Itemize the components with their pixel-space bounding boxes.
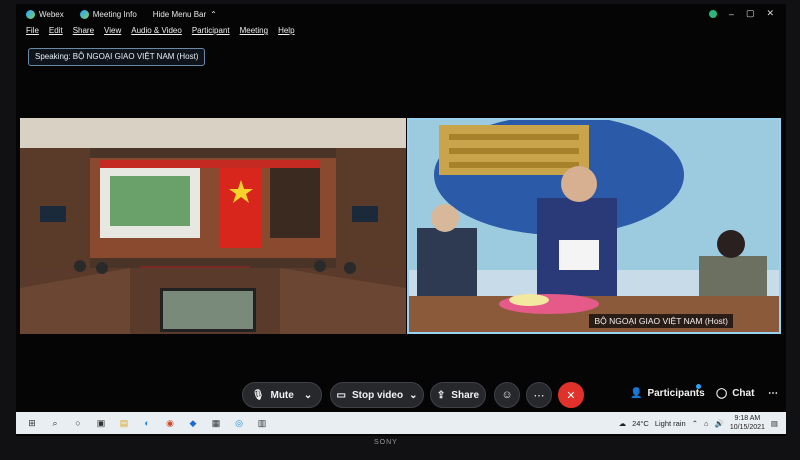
menu-meeting[interactable]: Meeting [240, 26, 268, 35]
participant-name-label: BỘ NGOẠI GIAO VIỆT NAM (Host) [589, 314, 733, 328]
dropbox-icon[interactable]: ◆ [186, 416, 200, 430]
close-icon[interactable]: ✕ [766, 8, 774, 19]
speaker-image [409, 120, 779, 332]
reactions-button[interactable]: ☺ [494, 382, 520, 408]
clock[interactable]: 9:18 AM 10/15/2021 [730, 414, 765, 432]
menu-share[interactable]: Share [73, 26, 94, 35]
chevron-down-icon[interactable]: ⌄ [409, 390, 417, 401]
app-icon[interactable]: ▦ [209, 416, 223, 430]
temperature-label[interactable]: 24°C [632, 419, 649, 428]
status-icon[interactable] [708, 9, 717, 18]
app-title: Webex [26, 9, 64, 19]
end-call-button[interactable]: ✕ [558, 382, 584, 408]
webex-window: Webex Meeting Info Hide Menu Bar ⌃ – ▢ ✕… [16, 4, 786, 436]
more-icon: ⋯ [533, 389, 545, 402]
chevron-down-icon[interactable]: ⌄ [304, 390, 312, 401]
smiley-icon: ☺ [501, 389, 513, 401]
title-bar: Webex Meeting Info Hide Menu Bar ⌃ – ▢ ✕ [16, 4, 786, 24]
conference-hall-image [20, 118, 406, 334]
volume-icon[interactable]: 🔊 [715, 419, 724, 428]
chrome-icon[interactable]: ◉ [163, 416, 177, 430]
menu-view[interactable]: View [104, 26, 121, 35]
share-label: Share [451, 389, 480, 401]
windows-taskbar: ⊞ ⌕ ○ ▣ ▤ ◐ ◉ ◆ ▦ ◎ ▥ ☁ 24°C Light rain … [16, 412, 786, 434]
microphone-icon: 🎙 [251, 389, 265, 401]
monitor-brand-logo: SONY [374, 439, 398, 446]
chat-label: Chat [732, 388, 755, 399]
hide-menu-bar-button[interactable]: Hide Menu Bar ⌃ [153, 10, 217, 19]
maximize-icon[interactable]: ▢ [746, 8, 755, 19]
window-controls: – ▢ ✕ [708, 8, 774, 19]
mute-label: Mute [270, 389, 294, 401]
participants-button[interactable]: 👤 Participants [630, 388, 705, 399]
weather-label[interactable]: Light rain [655, 419, 686, 428]
network-icon[interactable]: ⌂ [704, 419, 709, 428]
menu-participant[interactable]: Participant [192, 26, 230, 35]
cortana-icon[interactable]: ○ [71, 416, 85, 430]
task-view-icon[interactable]: ▣ [94, 416, 108, 430]
share-button[interactable]: ⇪ Share [430, 382, 486, 408]
menu-help[interactable]: Help [278, 26, 294, 35]
stop-video-label: Stop video [351, 389, 404, 401]
speaking-indicator: Speaking: BỘ NGOẠI GIAO VIỆT NAM (Host) [28, 48, 206, 66]
meeting-info-label: Meeting Info [92, 9, 137, 19]
participants-icon: 👤 [630, 388, 643, 399]
hide-menu-bar-label: Hide Menu Bar [152, 9, 207, 19]
webex-logo-icon [79, 9, 89, 19]
tray-expand-icon[interactable]: ⌃ [692, 419, 698, 428]
more-panels-button[interactable]: ⋯ [768, 388, 778, 399]
camera-icon: ▭ [336, 389, 346, 401]
app-icon[interactable]: ▥ [255, 416, 269, 430]
video-tile-conference-hall[interactable] [20, 118, 406, 334]
mute-button[interactable]: 🎙 Mute ⌄ [242, 382, 322, 408]
video-tile-active-speaker[interactable]: BỘ NGOẠI GIAO VIỆT NAM (Host) [407, 118, 781, 334]
participants-notification-dot [696, 384, 701, 389]
clock-date: 10/15/2021 [729, 424, 765, 431]
meeting-controls: 🎙 Mute ⌄ ▭ Stop video ⌄ ⇪ Share ☺ ⋯ ✕ 👤 … [16, 382, 786, 412]
menu-bar: File Edit Share View Audio & Video Parti… [26, 26, 295, 35]
stop-video-button[interactable]: ▭ Stop video ⌄ [330, 382, 424, 408]
menu-edit[interactable]: Edit [49, 26, 63, 35]
system-tray: ☁ 24°C Light rain ⌃ ⌂ 🔊 9:18 AM 10/15/20… [619, 412, 778, 434]
chat-button[interactable]: ◯ Chat [716, 388, 754, 399]
windows-start-icon[interactable]: ⊞ [25, 416, 39, 430]
app-name: Webex [39, 9, 64, 19]
search-icon[interactable]: ⌕ [48, 416, 62, 430]
edge-icon[interactable]: ◐ [140, 416, 154, 430]
menu-audio-video[interactable]: Audio & Video [131, 26, 182, 35]
chat-icon: ◯ [716, 388, 728, 399]
chevron-up-icon: ⌃ [210, 9, 217, 19]
notification-icon[interactable]: ▤ [771, 419, 778, 428]
clock-time: 9:18 AM [734, 415, 761, 422]
meeting-info-button[interactable]: Meeting Info [79, 9, 137, 19]
more-icon: ⋯ [768, 388, 778, 399]
minimize-icon[interactable]: – [729, 9, 734, 19]
webex-logo-icon [26, 9, 35, 19]
close-icon: ✕ [566, 389, 576, 402]
weather-icon[interactable]: ☁ [619, 419, 627, 428]
share-icon: ⇪ [436, 389, 446, 401]
participants-label: Participants [647, 388, 705, 399]
file-explorer-icon[interactable]: ▤ [117, 416, 131, 430]
menu-file[interactable]: File [26, 26, 39, 35]
more-options-button[interactable]: ⋯ [526, 382, 552, 408]
webex-taskbar-icon[interactable]: ◎ [232, 416, 246, 430]
